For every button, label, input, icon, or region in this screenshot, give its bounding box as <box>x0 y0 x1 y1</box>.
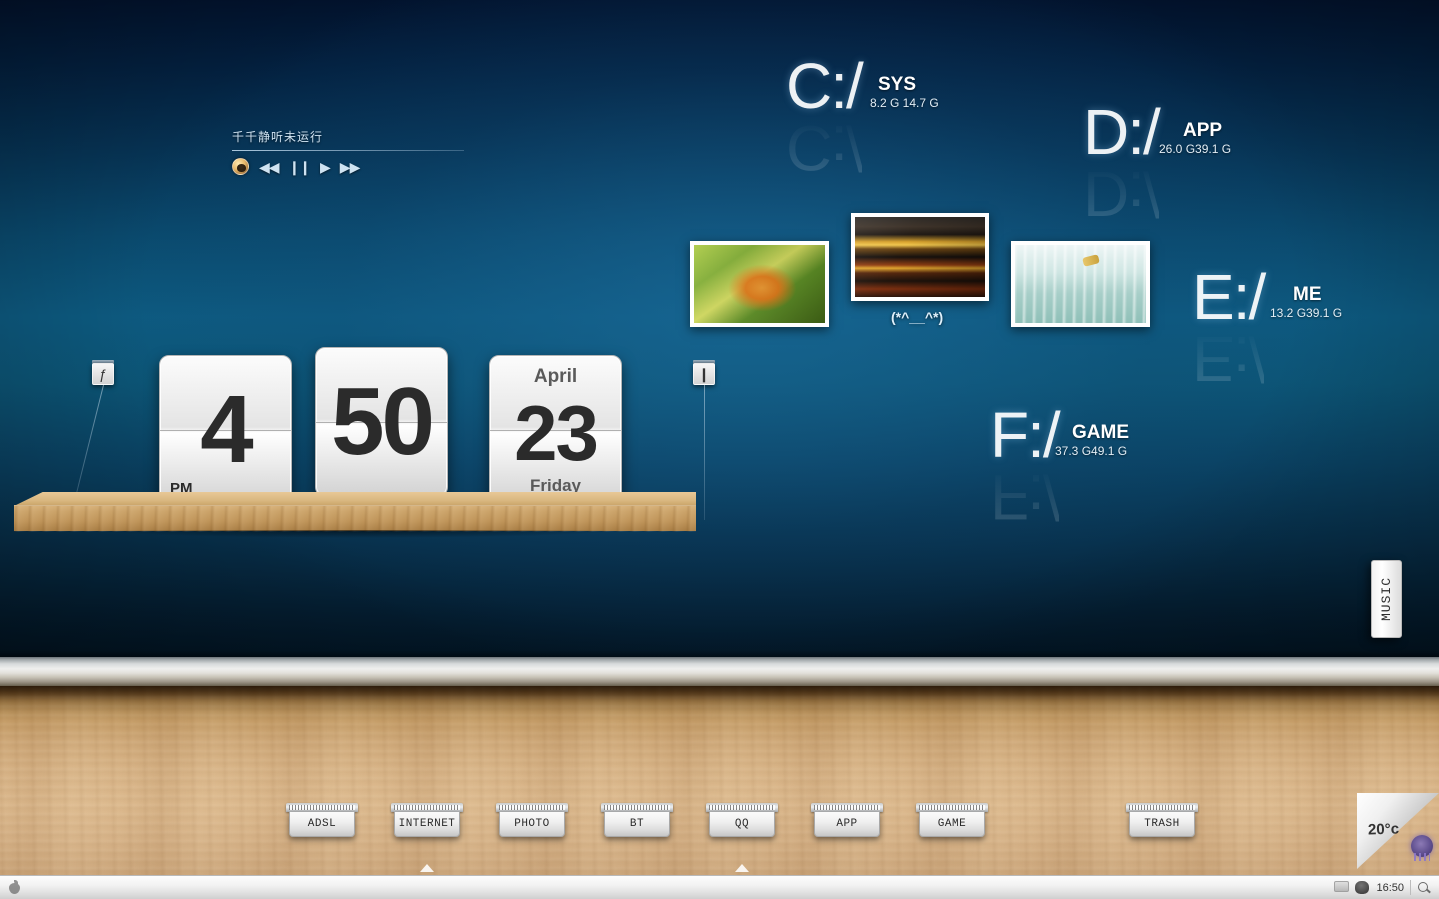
dock-item-label: BT <box>629 818 645 830</box>
shelf-grain-texture <box>14 506 696 532</box>
photo-caption: (*^__^*) <box>891 309 944 325</box>
dock-item-qq[interactable]: QQ <box>706 803 778 837</box>
drive-letter: F:/ <box>990 399 1061 471</box>
dock-running-indicator <box>420 864 434 872</box>
clock-minute-value: 50 <box>331 368 435 475</box>
spiral-binding-icon <box>811 803 883 812</box>
previous-track-icon[interactable]: ◀◀ <box>259 160 280 174</box>
dock-item-card[interactable]: APP <box>814 812 880 837</box>
monitor-tray-icon[interactable] <box>1334 880 1350 895</box>
photo-frame-leaf[interactable] <box>690 241 829 327</box>
music-player-widget[interactable]: 千千静听未运行 ◀◀ ❙❙ ▶ ▶▶ <box>232 128 464 175</box>
taskbar-divider <box>1410 880 1411 895</box>
shelf-top-surface <box>14 492 696 506</box>
dock-item-label: INTERNET <box>398 818 456 830</box>
dock-item-label: QQ <box>734 818 750 830</box>
music-side-tab[interactable]: MUSIC <box>1371 560 1402 638</box>
dock-item-card[interactable]: GAME <box>919 812 985 837</box>
calendar-card[interactable]: April 23 Friday <box>489 355 622 505</box>
play-icon[interactable]: ▶ <box>320 160 331 174</box>
dock-item-label: PHOTO <box>514 818 550 830</box>
apple-logo-icon[interactable] <box>8 880 21 895</box>
drive-letter: E:/ <box>1192 261 1266 333</box>
clock-hour-card[interactable]: 4 PM <box>159 355 292 505</box>
dock-item-adsl[interactable]: ADSL <box>286 803 358 837</box>
dock-item-card[interactable]: ADSL <box>289 812 355 837</box>
taskbar-clock[interactable]: 16:50 <box>1376 882 1404 894</box>
next-track-icon[interactable]: ▶▶ <box>340 160 361 174</box>
dock-item-app[interactable]: APP <box>811 803 883 837</box>
dock-item-label: ADSL <box>307 818 337 830</box>
taskbar[interactable]: 16:50 <box>0 875 1439 899</box>
dock-running-indicator <box>735 864 749 872</box>
drive-size: 8.2 G 14.7 G <box>870 96 939 110</box>
drive-size: 37.3 G49.1 G <box>1055 444 1128 458</box>
dock-item-label: APP <box>836 818 858 830</box>
album-art-avatar[interactable] <box>232 158 249 175</box>
drive-letter: D:/ <box>1083 96 1161 168</box>
calendar-month: April <box>533 366 578 387</box>
winter-willow-photo <box>1015 245 1146 323</box>
drive-name: APP <box>1183 120 1223 141</box>
weather-temperature: 20°c <box>1367 820 1400 839</box>
dock-item-label: GAME <box>937 818 967 830</box>
storm-icon <box>1411 835 1433 861</box>
drive-name: ME <box>1293 284 1322 305</box>
dock-item-bt[interactable]: BT <box>601 803 673 837</box>
sunset-clouds-photo <box>855 217 985 297</box>
wall-shelf <box>14 492 696 546</box>
photo-frame-sunset[interactable] <box>851 213 989 301</box>
flash-shortcut-icon[interactable]: ƒ <box>92 363 114 385</box>
drive-name: GAME <box>1072 422 1129 443</box>
clock-minute-card[interactable]: 50 <box>315 347 448 497</box>
dock-item-trash[interactable]: TRASH <box>1126 803 1198 837</box>
hanger-string <box>704 385 705 520</box>
orange-leaf-photo <box>694 245 825 323</box>
dock-item-card[interactable]: TRASH <box>1129 812 1195 837</box>
dock-item-game[interactable]: GAME <box>916 803 988 837</box>
dock-item-card[interactable]: QQ <box>709 812 775 837</box>
metal-rail <box>0 657 1439 688</box>
desk-top-shadow <box>0 686 1439 712</box>
weather-widget[interactable]: 20°c <box>1357 793 1439 869</box>
music-status-text: 千千静听未运行 <box>232 130 324 144</box>
pause-icon[interactable]: ❙❙ <box>289 160 311 174</box>
search-icon[interactable] <box>1417 881 1431 895</box>
spiral-binding-icon <box>706 803 778 812</box>
dock-item-card[interactable]: INTERNET <box>394 812 460 837</box>
drive-size: 13.2 G39.1 G <box>1270 306 1343 320</box>
drive-letter: C:/ <box>786 50 864 122</box>
spiral-binding-icon <box>286 803 358 812</box>
desktop[interactable]: C:/ C:/ SYS 8.2 G 14.7 G D:/ D:/ APP 26.… <box>0 0 1439 899</box>
desk-grain-texture <box>0 686 1439 899</box>
note-shortcut-icon[interactable]: ❙ <box>693 363 715 385</box>
clock-hour-value: 4 <box>200 376 253 483</box>
music-side-tab-label: MUSIC <box>1379 576 1394 621</box>
drive-name: SYS <box>878 74 917 95</box>
spiral-binding-icon <box>1126 803 1198 812</box>
photo-frame-winter[interactable] <box>1011 241 1150 327</box>
app-tray-icon[interactable] <box>1355 880 1370 895</box>
dock-item-label: TRASH <box>1144 818 1180 830</box>
dock-item-internet[interactable]: INTERNET <box>391 803 463 837</box>
shelf-front-face <box>14 505 696 532</box>
spiral-binding-icon <box>391 803 463 812</box>
spiral-binding-icon <box>601 803 673 812</box>
dock-item-card[interactable]: BT <box>604 812 670 837</box>
spiral-binding-icon <box>496 803 568 812</box>
shelf-drop-shadow <box>24 530 694 546</box>
drive-size: 26.0 G39.1 G <box>1159 142 1232 156</box>
music-divider <box>232 150 464 151</box>
dock-item-photo[interactable]: PHOTO <box>496 803 568 837</box>
calendar-date: 23 <box>514 388 599 477</box>
spiral-binding-icon <box>916 803 988 812</box>
desk-surface <box>0 686 1439 899</box>
dock-item-card[interactable]: PHOTO <box>499 812 565 837</box>
